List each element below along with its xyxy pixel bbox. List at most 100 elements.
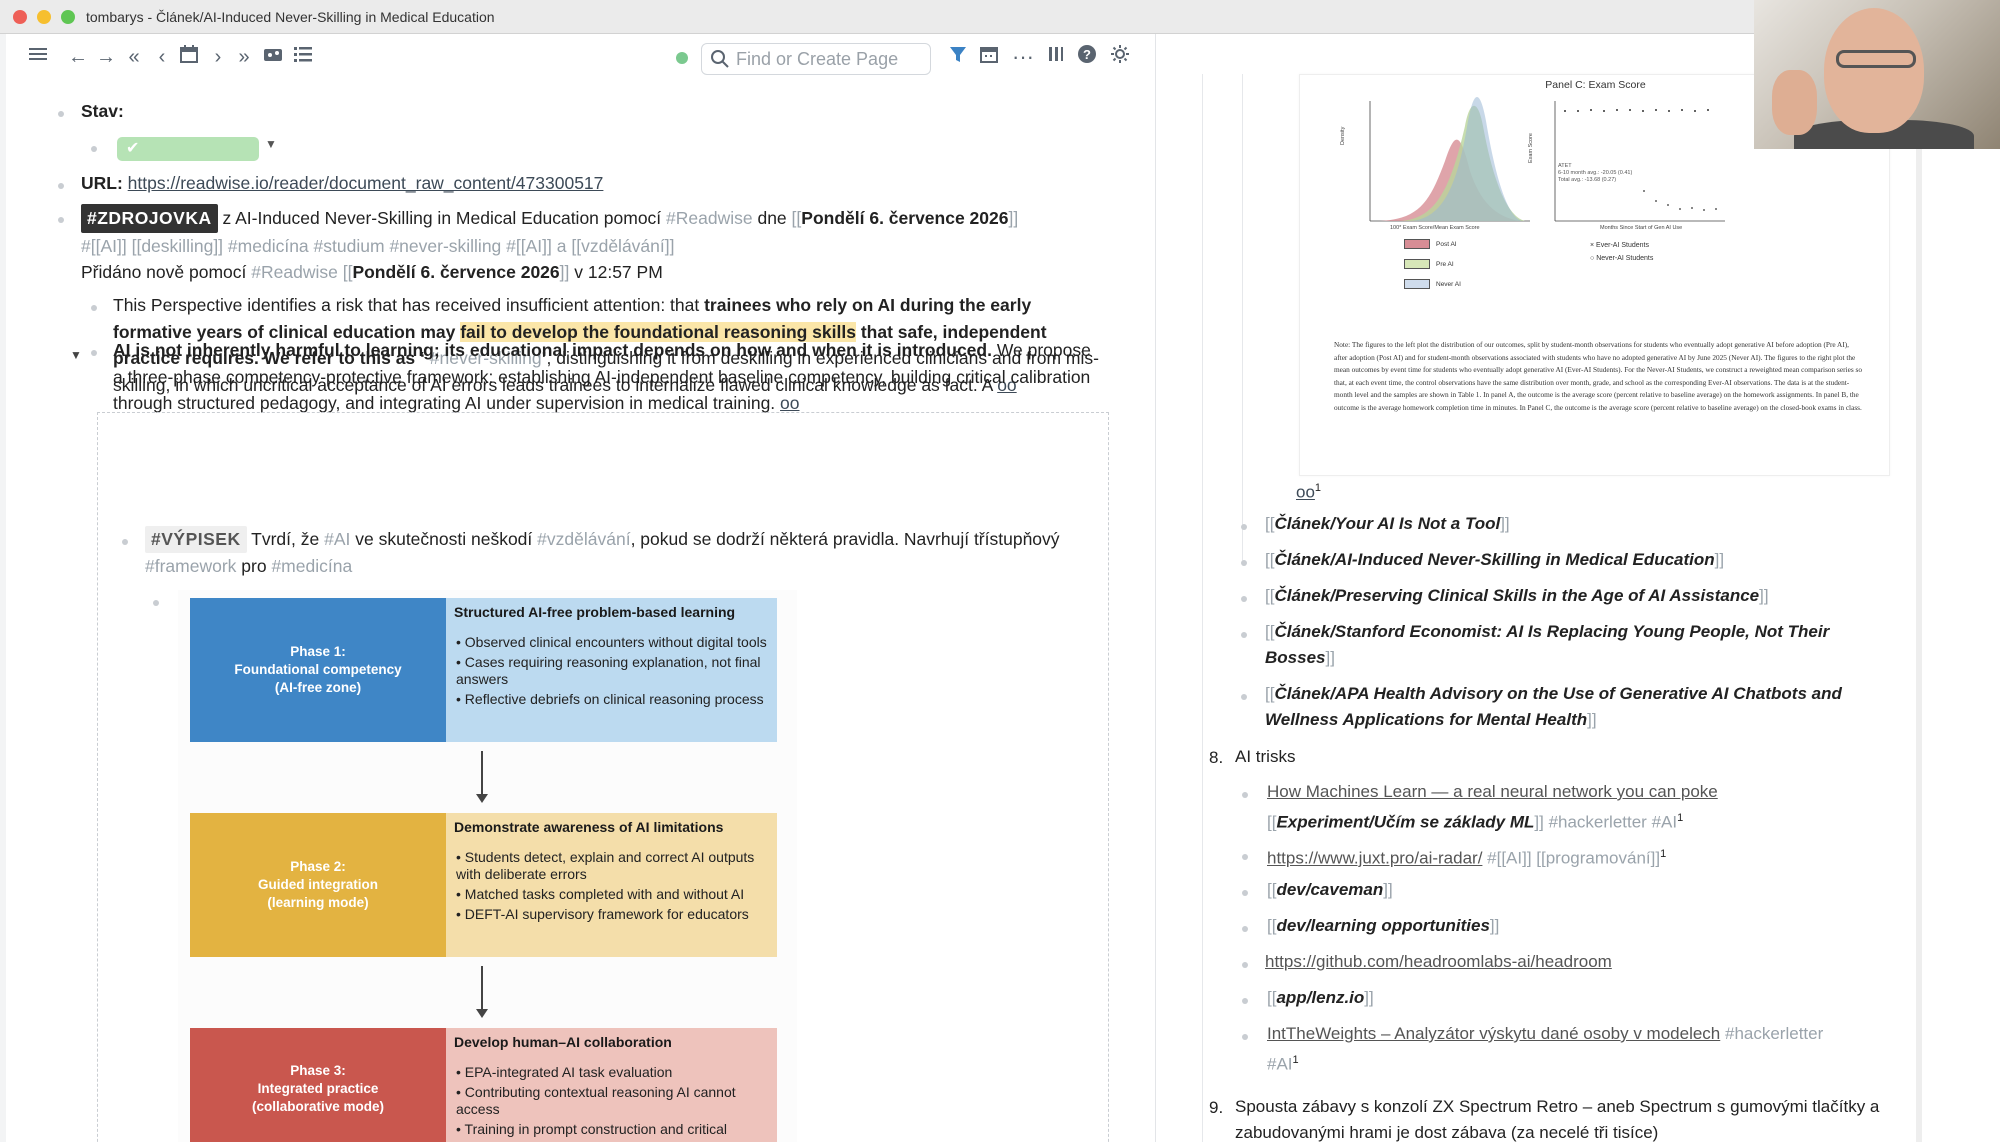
close-window-button[interactable] [13,10,27,24]
date-link[interactable]: Pondělí 6. července 2026 [801,208,1008,228]
menu-icon[interactable] [26,44,50,70]
block-bullet[interactable] [1242,890,1248,896]
article-link[interactable]: How Machines Learn — a real neural netwo… [1267,782,1718,801]
source-link[interactable]: oo [780,393,799,413]
next-day-icon[interactable]: › [206,44,230,70]
list-item: • EPA-integrated AI task evaluation [456,1064,673,1080]
block-bullet[interactable] [1242,998,1248,1004]
hackerletter-tag[interactable]: #hackerletter #AI [1544,813,1678,832]
chevron-down-icon[interactable]: ▼ [265,137,277,151]
block-bullet[interactable] [1241,524,1247,530]
linked-article[interactable]: [[Článek/Preserving Clinical Skills in t… [1265,583,1769,609]
list-icon[interactable] [290,44,316,70]
block-bullet[interactable] [1242,792,1248,798]
ai-tag[interactable]: #[[AI]] [81,236,127,256]
graph-icon[interactable] [260,44,286,70]
readwise-tag[interactable]: #Readwise [666,208,753,228]
indent-guide [1242,74,1243,564]
y-axis-label-left: Density [1340,126,1346,145]
juxt-link[interactable]: https://www.juxt.pro/ai-radar/ [1267,849,1482,868]
github-link[interactable]: https://github.com/headroomlabs-ai/headr… [1265,949,1612,975]
block-bullet[interactable] [58,217,64,223]
block-bullet[interactable] [1242,854,1248,860]
vzdelavani-tag[interactable]: #vzdělávání [537,529,630,549]
settings-icon[interactable] [1108,44,1132,70]
ai-tag[interactable]: #AI [324,529,350,549]
daily-notes-icon[interactable] [977,44,1001,70]
date-link[interactable]: Pondělí 6. července 2026 [352,262,559,282]
last-page-icon[interactable]: » [232,44,256,70]
block-bullet[interactable] [91,350,97,356]
filter-icon[interactable] [946,44,970,70]
phase-label-line: Guided integration [258,877,378,892]
list-item: • Students detect, explain and correct A… [456,849,755,882]
scrollbar[interactable] [1916,34,1922,1142]
arrow-head-icon [476,1009,488,1018]
vypisek-tag[interactable]: #VÝPISEK [145,526,247,553]
status-select[interactable]: ✔ [117,137,259,161]
help-icon[interactable]: ? [1075,44,1099,70]
block-bullet[interactable] [153,600,159,606]
hackerletter-tag[interactable]: #hackerletter [1720,1024,1823,1043]
text: z AI-Induced Never-Skilling in Medical E… [217,208,667,228]
block-bullet[interactable] [122,539,128,545]
calendar-icon[interactable] [176,44,202,70]
linked-article[interactable]: [[Článek/AI-Induced Never-Skilling in Me… [1265,547,1724,573]
sidebar-toggle-icon[interactable] [1044,44,1068,70]
text: dne [752,208,792,228]
medicina-tag[interactable]: #medicína [271,556,352,576]
block-bullet[interactable] [91,305,97,311]
phase-label-line: Integrated practice [257,1081,379,1096]
phase-3-label: Phase 3: Integrated practice (collaborativ… [190,1028,446,1142]
url-link[interactable]: https://readwise.io/reader/document_raw_… [128,173,604,193]
page-link[interactable]: [[dev/caveman]] [1267,877,1393,903]
more-options-icon[interactable]: ··· [1010,44,1036,70]
linked-article[interactable]: [[Článek/Stanford Economist: AI Is Repla… [1265,619,1880,671]
block-bullet[interactable] [1241,694,1247,700]
never-skilling-tag[interactable]: #never-skilling [389,236,501,256]
studium-tag[interactable]: #studium [314,236,385,256]
search-input[interactable] [736,47,926,71]
block-bullet[interactable] [58,183,64,189]
block-bullet[interactable] [1241,560,1247,566]
zdrojovka-tag[interactable]: #ZDROJOVKA [81,204,218,233]
linked-article[interactable]: [[Článek/APA Health Advisory on the Use … [1265,681,1880,733]
source-link[interactable]: oo1 [1296,475,1321,506]
collapse-toggle-icon[interactable]: ▼ [70,348,82,362]
list-number: 9. [1209,1098,1224,1117]
block-bullet[interactable] [1242,1034,1248,1040]
ai-tag[interactable]: #[[AI]] [1482,849,1536,868]
minimize-window-button[interactable] [37,10,51,24]
phase-2-items: • Students detect, explain and correct A… [446,843,777,932]
programovani-tag[interactable]: [[programování]] [1536,849,1660,868]
deskilling-tag[interactable]: deskilling [141,236,213,256]
forward-arrow-icon[interactable]: → [94,44,118,70]
search-box[interactable] [701,43,931,75]
webcam-overlay [1754,0,2000,149]
previous-day-icon[interactable]: ‹ [150,44,174,70]
block-bullet[interactable] [1241,632,1247,638]
back-arrow-icon[interactable]: ← [66,44,90,70]
block-bullet[interactable] [1241,596,1247,602]
phase-label-line: (learning mode) [267,895,369,910]
ai-tag[interactable]: #[[AI]] [506,236,552,256]
page-link[interactable]: Experiment/Učím se základy ML [1276,813,1534,832]
page-link[interactable]: [[app/lenz.io]] [1267,985,1374,1011]
framework-tag[interactable]: #framework [145,556,236,576]
ai-tag[interactable]: #AI [1267,1055,1293,1074]
block-bullet[interactable] [91,146,97,152]
page-link[interactable]: [[dev/learning opportunities]] [1267,913,1499,939]
medicina-tag[interactable]: #medicína [228,236,309,256]
check-icon: ✔ [126,140,140,157]
readwise-tag[interactable]: #Readwise [251,262,338,282]
block-bullet[interactable] [1242,962,1248,968]
maximize-window-button[interactable] [61,10,75,24]
list-item: • DEFT-AI supervisory framework for educ… [456,906,749,922]
linked-article[interactable]: [[Článek/Your AI Is Not a Tool]] [1265,511,1510,537]
vzdelavani-tag[interactable]: vzdělávání [581,236,665,256]
list-item: • Contributing contextual reasoning AI c… [456,1084,736,1117]
inttheweights-link[interactable]: IntTheWeights – Analyzátor výskytu dané … [1267,1024,1720,1043]
block-bullet[interactable] [58,111,64,117]
first-page-icon[interactable]: « [122,44,146,70]
block-bullet[interactable] [1242,926,1248,932]
